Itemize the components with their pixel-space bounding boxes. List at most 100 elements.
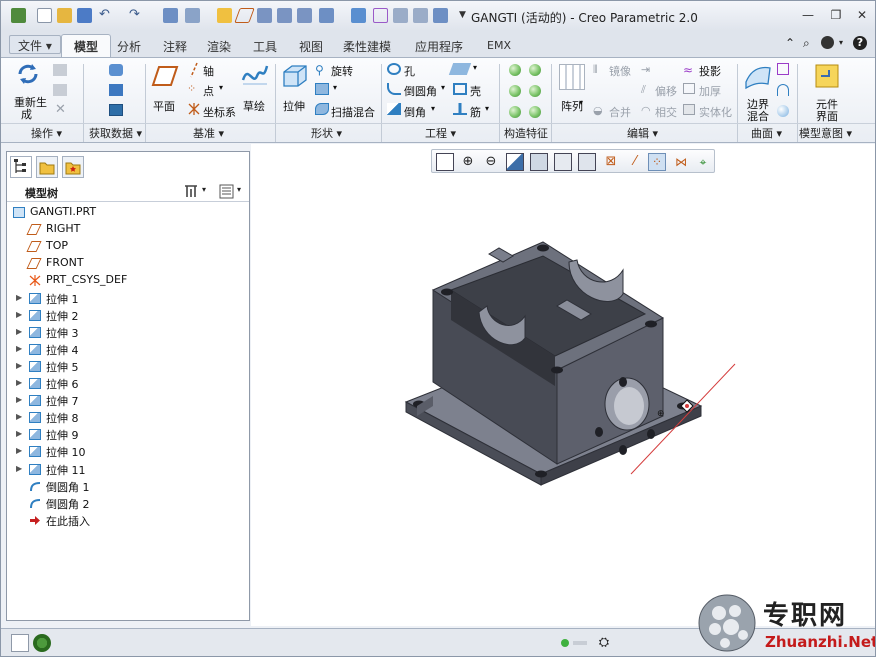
chamfer-icon[interactable] bbox=[387, 103, 401, 115]
close-window-quick-icon[interactable] bbox=[433, 8, 448, 23]
swept-blend-icon[interactable] bbox=[315, 103, 329, 115]
csys-icon[interactable] bbox=[187, 102, 201, 116]
tree-item[interactable]: ▶ 拉伸 3 bbox=[7, 324, 247, 341]
copy-icon[interactable] bbox=[53, 64, 67, 76]
component-interface-icon[interactable] bbox=[813, 62, 841, 90]
group-shapes[interactable]: 形状 ▾ bbox=[311, 125, 342, 141]
construction-feature-icon[interactable] bbox=[529, 64, 541, 76]
tree-item[interactable]: ▶ 拉伸 5 bbox=[7, 358, 247, 375]
tree-item[interactable]: ▶ 拉伸 11 bbox=[7, 461, 247, 478]
tree-settings-dropdown-icon[interactable]: ▾ bbox=[202, 185, 206, 194]
community-dropdown-icon[interactable]: ▾ bbox=[839, 36, 843, 50]
arc-quick-icon[interactable] bbox=[393, 8, 408, 23]
part-model-3d[interactable]: ⊕ bbox=[251, 144, 875, 626]
group-operations[interactable]: 操作 ▾ bbox=[31, 125, 62, 141]
plane-icon[interactable] bbox=[151, 64, 179, 88]
construction-feature-icon[interactable] bbox=[509, 106, 521, 118]
expand-arrow-icon[interactable]: ▶ bbox=[16, 412, 22, 421]
tree-item[interactable]: RIGHT bbox=[7, 221, 247, 238]
find-icon[interactable]: ⛭ bbox=[595, 634, 613, 652]
draft-icon[interactable] bbox=[448, 63, 472, 75]
tree-item[interactable]: ▶ 拉伸 7 bbox=[7, 392, 247, 409]
show-columns-icon[interactable] bbox=[219, 184, 234, 199]
tree-item[interactable]: GANGTI.PRT bbox=[7, 204, 247, 221]
axis-quick-icon[interactable] bbox=[257, 8, 272, 23]
construction-feature-icon[interactable] bbox=[509, 85, 521, 97]
boundary-blend-icon[interactable] bbox=[743, 62, 773, 90]
show-dropdown-icon[interactable]: ▾ bbox=[237, 185, 241, 194]
expand-arrow-icon[interactable]: ▶ bbox=[16, 361, 22, 370]
sweep-dropdown-icon[interactable]: ▾ bbox=[333, 83, 337, 92]
tree-item[interactable]: TOP bbox=[7, 238, 247, 255]
tree-item[interactable]: ▶ 拉伸 4 bbox=[7, 341, 247, 358]
round-icon[interactable] bbox=[387, 83, 401, 95]
expand-arrow-icon[interactable]: ▶ bbox=[16, 293, 22, 302]
thicken-icon[interactable] bbox=[683, 83, 695, 94]
round-dropdown-icon[interactable]: ▾ bbox=[441, 83, 445, 92]
save-icon[interactable] bbox=[77, 8, 92, 23]
intersect-icon[interactable]: ◠ bbox=[641, 104, 651, 117]
style-icon[interactable] bbox=[777, 105, 789, 117]
merge-icon[interactable]: ◒ bbox=[593, 104, 603, 117]
maximize-button[interactable]: ❐ bbox=[825, 5, 847, 25]
folder-browser-tab-icon[interactable] bbox=[36, 156, 58, 178]
point-dropdown-icon[interactable]: ▾ bbox=[219, 83, 223, 92]
extend-icon[interactable]: ⇥ bbox=[641, 63, 650, 76]
box-quick-icon[interactable] bbox=[373, 8, 388, 23]
tree-item[interactable]: 倒圆角 1 bbox=[7, 478, 247, 495]
expand-arrow-icon[interactable]: ▶ bbox=[16, 446, 22, 455]
group-datum[interactable]: 基准 ▾ bbox=[193, 125, 224, 141]
tree-item[interactable]: ▶ 拉伸 6 bbox=[7, 375, 247, 392]
graphics-area[interactable]: ⊕ ⊖ ⊠ ⁄ ⁘ ⋈ ⌖ ⊕ bbox=[251, 144, 875, 626]
tree-item[interactable]: ▶ 拉伸 8 bbox=[7, 409, 247, 426]
user-defined-feature-icon[interactable] bbox=[109, 64, 123, 76]
curve-quick-icon[interactable] bbox=[413, 8, 428, 23]
tree-item[interactable]: ▶ 拉伸 9 bbox=[7, 426, 247, 443]
tree-item[interactable]: 在此插入 bbox=[7, 512, 247, 529]
hole-icon[interactable] bbox=[387, 63, 401, 75]
community-icon[interactable] bbox=[821, 36, 834, 49]
point-icon[interactable]: ⁘ bbox=[187, 82, 196, 95]
expand-arrow-icon[interactable]: ▶ bbox=[16, 378, 22, 387]
construction-feature-icon[interactable] bbox=[529, 106, 541, 118]
tree-item[interactable]: 倒圆角 2 bbox=[7, 495, 247, 512]
select-quick-icon[interactable] bbox=[351, 8, 366, 23]
sweep-icon[interactable] bbox=[315, 83, 329, 95]
group-get-data[interactable]: 获取数据 ▾ bbox=[89, 125, 142, 141]
mirror-icon[interactable]: ⫴ bbox=[593, 63, 598, 77]
copy-geometry-icon[interactable] bbox=[109, 84, 123, 96]
datum-icon[interactable] bbox=[217, 8, 232, 23]
group-model-intent[interactable]: 模型意图 ▾ bbox=[799, 125, 852, 141]
tab-flexible-modeling[interactable]: 柔性建模 bbox=[343, 38, 391, 55]
expand-arrow-icon[interactable]: ▶ bbox=[16, 429, 22, 438]
tab-tools[interactable]: 工具 bbox=[253, 38, 277, 55]
delete-icon[interactable]: ✕ bbox=[55, 102, 66, 117]
axis-icon[interactable] bbox=[187, 62, 201, 78]
freestyle-icon[interactable] bbox=[777, 84, 789, 96]
tree-item[interactable]: ▶ 拉伸 2 bbox=[7, 307, 247, 324]
group-surfaces[interactable]: 曲面 ▾ bbox=[751, 125, 782, 141]
help-icon[interactable]: ? bbox=[853, 36, 867, 50]
draft-dropdown-icon[interactable]: ▾ bbox=[473, 63, 477, 72]
pattern-dropdown-icon[interactable]: ▾ bbox=[579, 98, 583, 107]
tab-annotate[interactable]: 注释 bbox=[163, 38, 187, 55]
sketch-icon[interactable] bbox=[241, 62, 269, 88]
tree-item[interactable]: ▶ 拉伸 1 bbox=[7, 290, 247, 307]
regenerate-icon[interactable] bbox=[163, 8, 178, 23]
close-button[interactable]: ✕ bbox=[851, 5, 873, 25]
expand-arrow-icon[interactable]: ▶ bbox=[16, 327, 22, 336]
collapse-ribbon-icon[interactable]: ⌃ bbox=[785, 36, 795, 50]
construction-feature-icon[interactable] bbox=[529, 85, 541, 97]
construction-feature-icon[interactable] bbox=[509, 64, 521, 76]
rib-icon[interactable] bbox=[453, 103, 467, 115]
open-folder-icon[interactable] bbox=[57, 8, 72, 23]
shrinkwrap-icon[interactable] bbox=[109, 104, 123, 116]
browser-toggle-icon[interactable] bbox=[33, 634, 51, 652]
tab-view[interactable]: 视图 bbox=[299, 38, 323, 55]
extrude-icon[interactable] bbox=[281, 62, 309, 90]
expand-arrow-icon[interactable]: ▶ bbox=[16, 344, 22, 353]
tree-item[interactable]: PRT_CSYS_DEF bbox=[7, 272, 247, 289]
group-editing[interactable]: 编辑 ▾ bbox=[627, 125, 658, 141]
rib-dropdown-icon[interactable]: ▾ bbox=[485, 104, 489, 113]
plane-quick-icon[interactable] bbox=[234, 8, 255, 23]
